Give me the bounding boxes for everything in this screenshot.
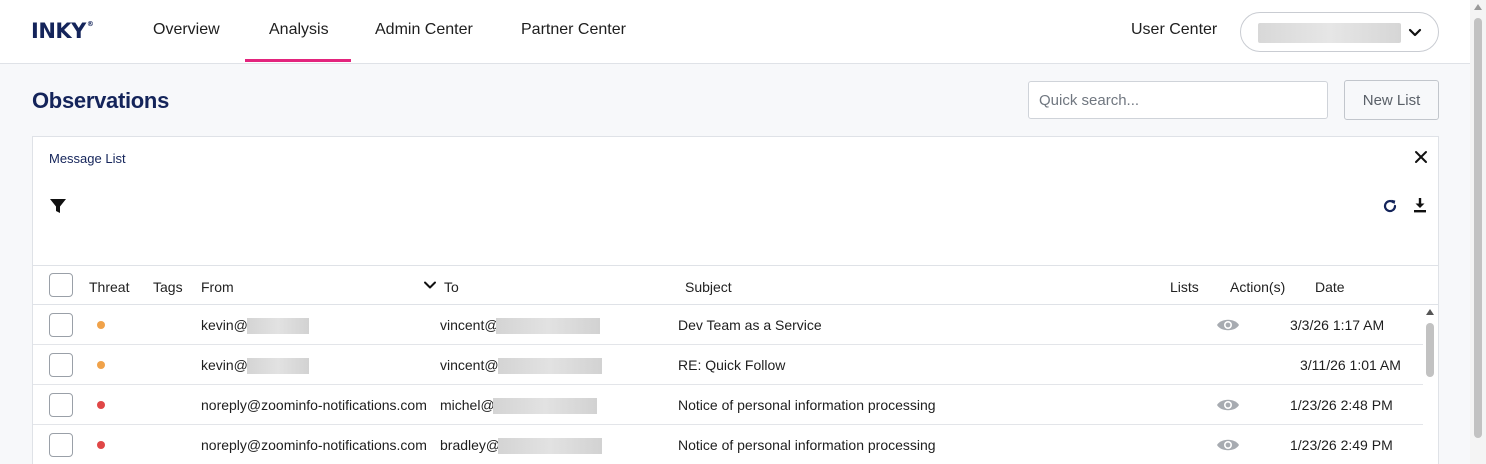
select-all-checkbox[interactable] (49, 273, 73, 297)
download-icon[interactable] (1411, 196, 1429, 214)
table-row[interactable]: noreply@zoominfo-notifications.com miche… (33, 385, 1423, 425)
row-checkbox[interactable] (49, 393, 73, 417)
row-date: 1/23/26 2:48 PM (1290, 397, 1393, 413)
row-checkbox[interactable] (49, 313, 73, 337)
col-subject[interactable]: Subject (685, 279, 732, 295)
nav-admin-center[interactable]: Admin Center (375, 21, 473, 39)
row-to: vincent@ (440, 357, 499, 373)
row-subject: RE: Quick Follow (678, 357, 786, 373)
col-tags[interactable]: Tags (153, 279, 183, 295)
col-to[interactable]: To (444, 279, 459, 295)
nav-overview[interactable]: Overview (153, 21, 220, 39)
threat-indicator (97, 401, 105, 409)
row-to: vincent@ (440, 317, 499, 333)
page-title: Observations (32, 88, 170, 113)
threat-indicator (97, 361, 105, 369)
nav-analysis[interactable]: Analysis (269, 21, 329, 39)
nav-partner-center[interactable]: Partner Center (521, 21, 626, 39)
redacted-domain (247, 318, 309, 334)
table-row[interactable]: kevin@ vincent@ RE: Quick Follow 3/11/26… (33, 345, 1423, 385)
nav-active-indicator (245, 59, 351, 62)
eye-icon[interactable] (1216, 316, 1240, 334)
top-nav: INKY® Overview Analysis Admin Center Par… (0, 0, 1470, 64)
row-checkbox[interactable] (49, 353, 73, 377)
redacted-account-name (1258, 23, 1401, 43)
row-subject: Notice of personal information processin… (678, 437, 936, 453)
table-scrollbar[interactable] (1423, 305, 1437, 464)
quick-search-input[interactable] (1028, 81, 1328, 119)
row-to: bradley@ (440, 437, 501, 453)
row-checkbox[interactable] (49, 433, 73, 457)
row-date: 3/11/26 1:01 AM (1300, 357, 1401, 373)
redacted-domain (493, 398, 597, 414)
scroll-up-arrow-icon[interactable] (1474, 4, 1482, 10)
table-row[interactable]: noreply@zoominfo-notifications.com bradl… (33, 425, 1423, 464)
row-date: 1/23/26 2:49 PM (1290, 437, 1393, 453)
table-header: Threat Tags From To Subject Lists Action… (33, 265, 1438, 305)
eye-icon[interactable] (1216, 436, 1240, 454)
redacted-domain (498, 358, 602, 374)
user-center-link[interactable]: User Center (1131, 21, 1217, 39)
chevron-down-icon (1408, 28, 1422, 37)
row-to: michel@ (440, 397, 495, 413)
new-list-button[interactable]: New List (1344, 80, 1439, 120)
scroll-up-arrow-icon[interactable] (1426, 309, 1434, 315)
row-subject: Notice of personal information processin… (678, 397, 936, 413)
page-scrollbar-thumb[interactable] (1474, 18, 1482, 438)
row-subject: Dev Team as a Service (678, 317, 822, 333)
close-icon[interactable] (1414, 150, 1428, 164)
user-account-dropdown[interactable] (1240, 12, 1439, 52)
col-actions[interactable]: Action(s) (1230, 279, 1285, 295)
refresh-icon[interactable] (1381, 197, 1399, 215)
col-from[interactable]: From (201, 279, 234, 295)
message-list-panel: Message List Threat Tags From To Subject… (32, 136, 1439, 464)
col-lists[interactable]: Lists (1170, 279, 1199, 295)
redacted-domain (498, 438, 602, 454)
table-row[interactable]: kevin@ vincent@ Dev Team as a Service 3/… (33, 305, 1423, 345)
col-date[interactable]: Date (1315, 279, 1345, 295)
threat-indicator (97, 441, 105, 449)
redacted-domain (496, 318, 600, 334)
row-from: noreply@zoominfo-notifications.com (201, 437, 427, 453)
redacted-domain (247, 358, 309, 374)
row-from: kevin@ (201, 317, 248, 333)
threat-indicator (97, 321, 105, 329)
col-threat[interactable]: Threat (89, 279, 129, 295)
page-scrollbar[interactable] (1470, 0, 1486, 464)
row-from: kevin@ (201, 357, 248, 373)
eye-icon[interactable] (1216, 396, 1240, 414)
panel-title: Message List (49, 151, 126, 166)
inky-logo[interactable]: INKY® (31, 19, 94, 43)
table-scrollbar-thumb[interactable] (1426, 323, 1434, 377)
row-from: noreply@zoominfo-notifications.com (201, 397, 427, 413)
chevron-down-icon[interactable] (423, 278, 437, 292)
row-date: 3/3/26 1:17 AM (1290, 317, 1385, 333)
filter-icon[interactable] (49, 197, 67, 215)
